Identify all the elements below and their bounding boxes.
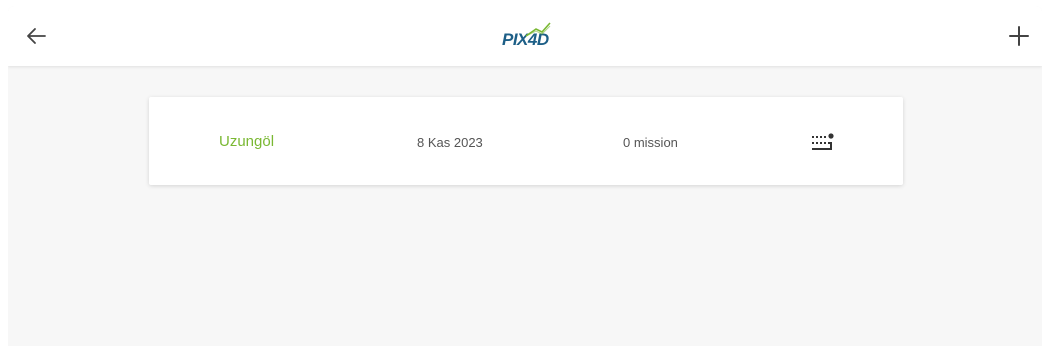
- plus-icon: [1009, 26, 1029, 46]
- logo-mark-icon: [525, 22, 551, 37]
- dotted-grid-icon: [812, 133, 834, 150]
- mission-count: 0 mission: [623, 135, 678, 150]
- app-window: PIX4D Uzungöl 8 Kas 2023 0 mission: [8, 6, 1042, 346]
- app-logo: PIX4D: [502, 20, 554, 54]
- project-card[interactable]: Uzungöl 8 Kas 2023 0 mission: [149, 97, 903, 185]
- project-name: Uzungöl: [219, 133, 275, 150]
- back-button[interactable]: [22, 22, 50, 50]
- add-project-button[interactable]: [1004, 21, 1034, 51]
- arrow-left-icon: [27, 28, 46, 44]
- project-action-button[interactable]: [809, 127, 841, 157]
- top-app-bar: PIX4D: [8, 6, 1042, 66]
- project-date: 8 Kas 2023: [417, 135, 483, 150]
